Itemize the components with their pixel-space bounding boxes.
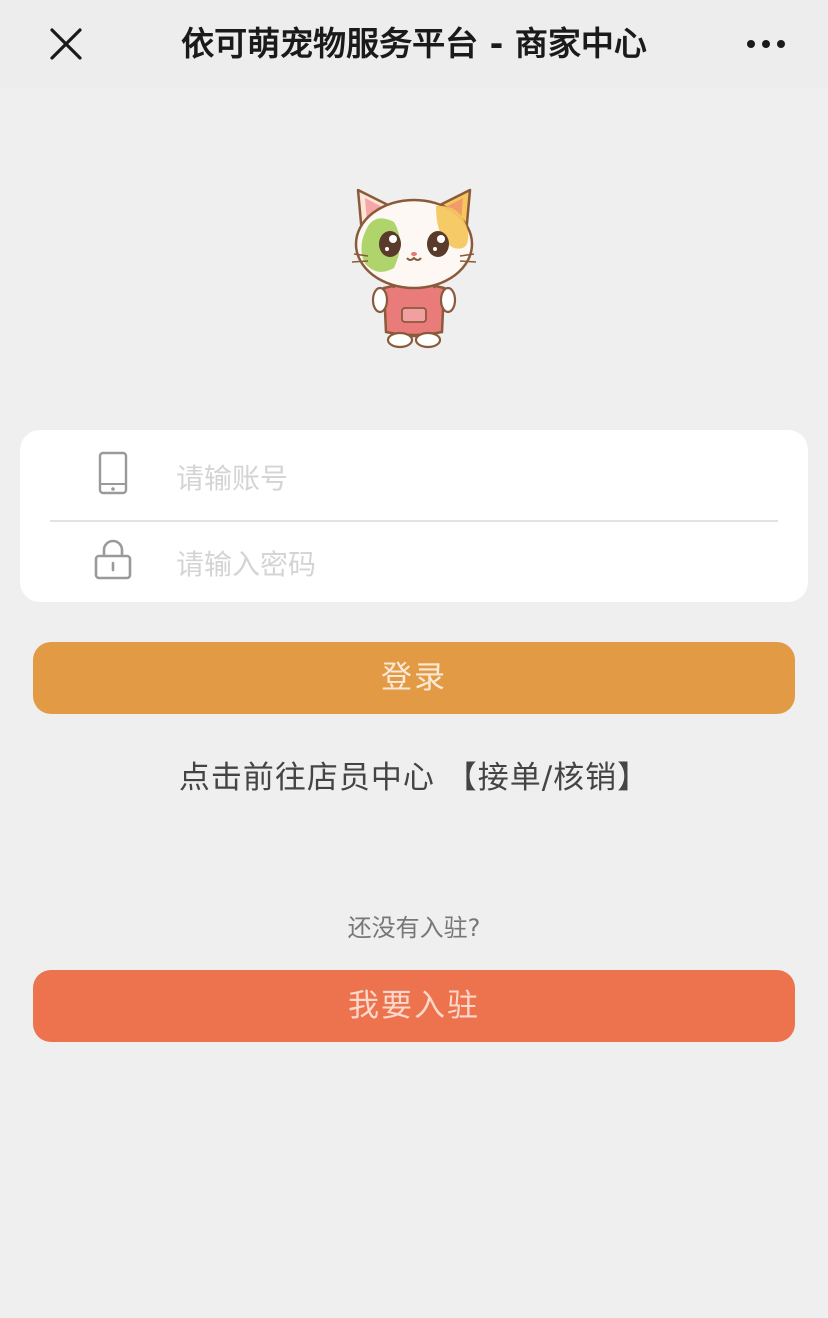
phone-icon (90, 446, 136, 500)
login-button[interactable]: 登录 (33, 642, 795, 714)
account-field (20, 434, 808, 520)
not-joined-text: 还没有入驻? (347, 914, 481, 942)
lock-icon (90, 532, 136, 586)
login-form (20, 430, 808, 602)
close-icon (50, 28, 82, 60)
more-button[interactable] (740, 18, 792, 70)
account-input[interactable] (176, 456, 776, 500)
password-input[interactable] (176, 542, 776, 586)
navigation-bar: 依可萌宠物服务平台 - 商家中心 (0, 0, 828, 88)
join-button[interactable]: 我要入驻 (33, 970, 795, 1042)
cat-mascot-logo (351, 188, 477, 349)
more-icon (747, 40, 785, 48)
staff-center-link[interactable]: 点击前往店员中心 【接单/核销】 (0, 752, 828, 804)
password-field (20, 520, 808, 606)
close-button[interactable] (40, 18, 92, 70)
page-title: 依可萌宠物服务平台 - 商家中心 (181, 24, 647, 63)
